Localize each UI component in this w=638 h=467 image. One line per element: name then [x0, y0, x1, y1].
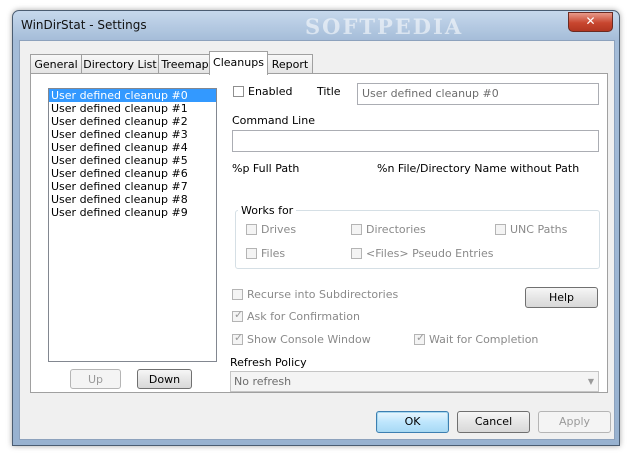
drives-label: Drives: [261, 223, 297, 236]
tab-directory-list[interactable]: Directory List: [81, 54, 159, 74]
tab-general[interactable]: General: [30, 54, 82, 74]
enabled-label: Enabled: [248, 85, 293, 98]
drives-checkbox[interactable]: [246, 224, 257, 235]
ok-button[interactable]: OK: [376, 411, 449, 433]
files-label: Files: [261, 247, 286, 260]
wait-completion-label: Wait for Completion: [429, 333, 539, 346]
close-icon: ✕: [585, 14, 596, 28]
list-item[interactable]: User defined cleanup #9: [49, 206, 216, 219]
settings-window: WinDirStat - Settings SOFTPEDIA ✕ Genera…: [12, 10, 620, 446]
close-button[interactable]: ✕: [568, 12, 613, 32]
hint-name-without-path: %n File/Directory Name without Path: [377, 162, 580, 175]
list-item[interactable]: User defined cleanup #7: [49, 180, 216, 193]
show-console-label: Show Console Window: [247, 333, 371, 346]
help-button[interactable]: Help: [525, 287, 598, 308]
checkmark-icon: ✓: [416, 331, 426, 344]
title-bar[interactable]: WinDirStat - Settings SOFTPEDIA ✕: [13, 11, 619, 41]
apply-button[interactable]: Apply: [538, 411, 611, 433]
list-item[interactable]: User defined cleanup #6: [49, 167, 216, 180]
works-for-group: [235, 210, 600, 269]
cleanups-panel: User defined cleanup #0 User defined cle…: [30, 73, 608, 393]
ask-confirmation-label: Ask for Confirmation: [247, 310, 360, 323]
list-item[interactable]: User defined cleanup #8: [49, 193, 216, 206]
title-label: Title: [317, 85, 341, 98]
list-item[interactable]: User defined cleanup #3: [49, 128, 216, 141]
recurse-label: Recurse into Subdirectories: [247, 288, 399, 301]
tab-report[interactable]: Report: [267, 54, 313, 74]
list-item[interactable]: User defined cleanup #2: [49, 115, 216, 128]
title-input[interactable]: User defined cleanup #0: [357, 83, 599, 105]
files-checkbox[interactable]: [246, 248, 257, 259]
checkmark-icon: ✓: [234, 308, 244, 321]
unc-paths-checkbox[interactable]: [495, 224, 506, 235]
up-button[interactable]: Up: [70, 369, 121, 389]
list-item[interactable]: User defined cleanup #5: [49, 154, 216, 167]
refresh-policy-label: Refresh Policy: [230, 356, 307, 369]
cancel-button[interactable]: Cancel: [457, 411, 530, 433]
enabled-checkbox[interactable]: [233, 86, 244, 97]
wait-completion-checkbox[interactable]: ✓: [414, 331, 426, 345]
hint-full-path: %p Full Path: [232, 162, 300, 175]
ask-confirmation-checkbox[interactable]: ✓: [232, 308, 244, 322]
down-button[interactable]: Down: [137, 369, 192, 389]
recurse-checkbox[interactable]: [232, 289, 243, 300]
window-title: WinDirStat - Settings: [21, 18, 147, 32]
pseudo-entries-label: <Files> Pseudo Entries: [366, 247, 494, 260]
unc-paths-label: UNC Paths: [510, 223, 568, 236]
refresh-policy-select[interactable]: No refresh ▼: [230, 371, 599, 392]
cleanup-list[interactable]: User defined cleanup #0 User defined cle…: [48, 88, 217, 362]
list-item[interactable]: User defined cleanup #1: [49, 102, 216, 115]
refresh-policy-value: No refresh: [234, 375, 292, 388]
pseudo-entries-checkbox[interactable]: [351, 248, 362, 259]
watermark: SOFTPEDIA: [305, 14, 464, 39]
dialog-client-area: General Directory List Treemap Cleanups …: [19, 40, 615, 440]
works-for-label: Works for: [238, 204, 297, 217]
directories-label: Directories: [366, 223, 426, 236]
tab-treemap[interactable]: Treemap: [158, 54, 212, 74]
checkmark-icon: ✓: [234, 331, 244, 344]
list-item[interactable]: User defined cleanup #4: [49, 141, 216, 154]
show-console-checkbox[interactable]: ✓: [232, 331, 244, 345]
command-line-input[interactable]: [232, 130, 599, 152]
command-line-label: Command Line: [232, 114, 315, 127]
chevron-down-icon: ▼: [587, 377, 594, 386]
tab-cleanups[interactable]: Cleanups: [209, 51, 268, 75]
directories-checkbox[interactable]: [351, 224, 362, 235]
list-item[interactable]: User defined cleanup #0: [49, 89, 216, 102]
